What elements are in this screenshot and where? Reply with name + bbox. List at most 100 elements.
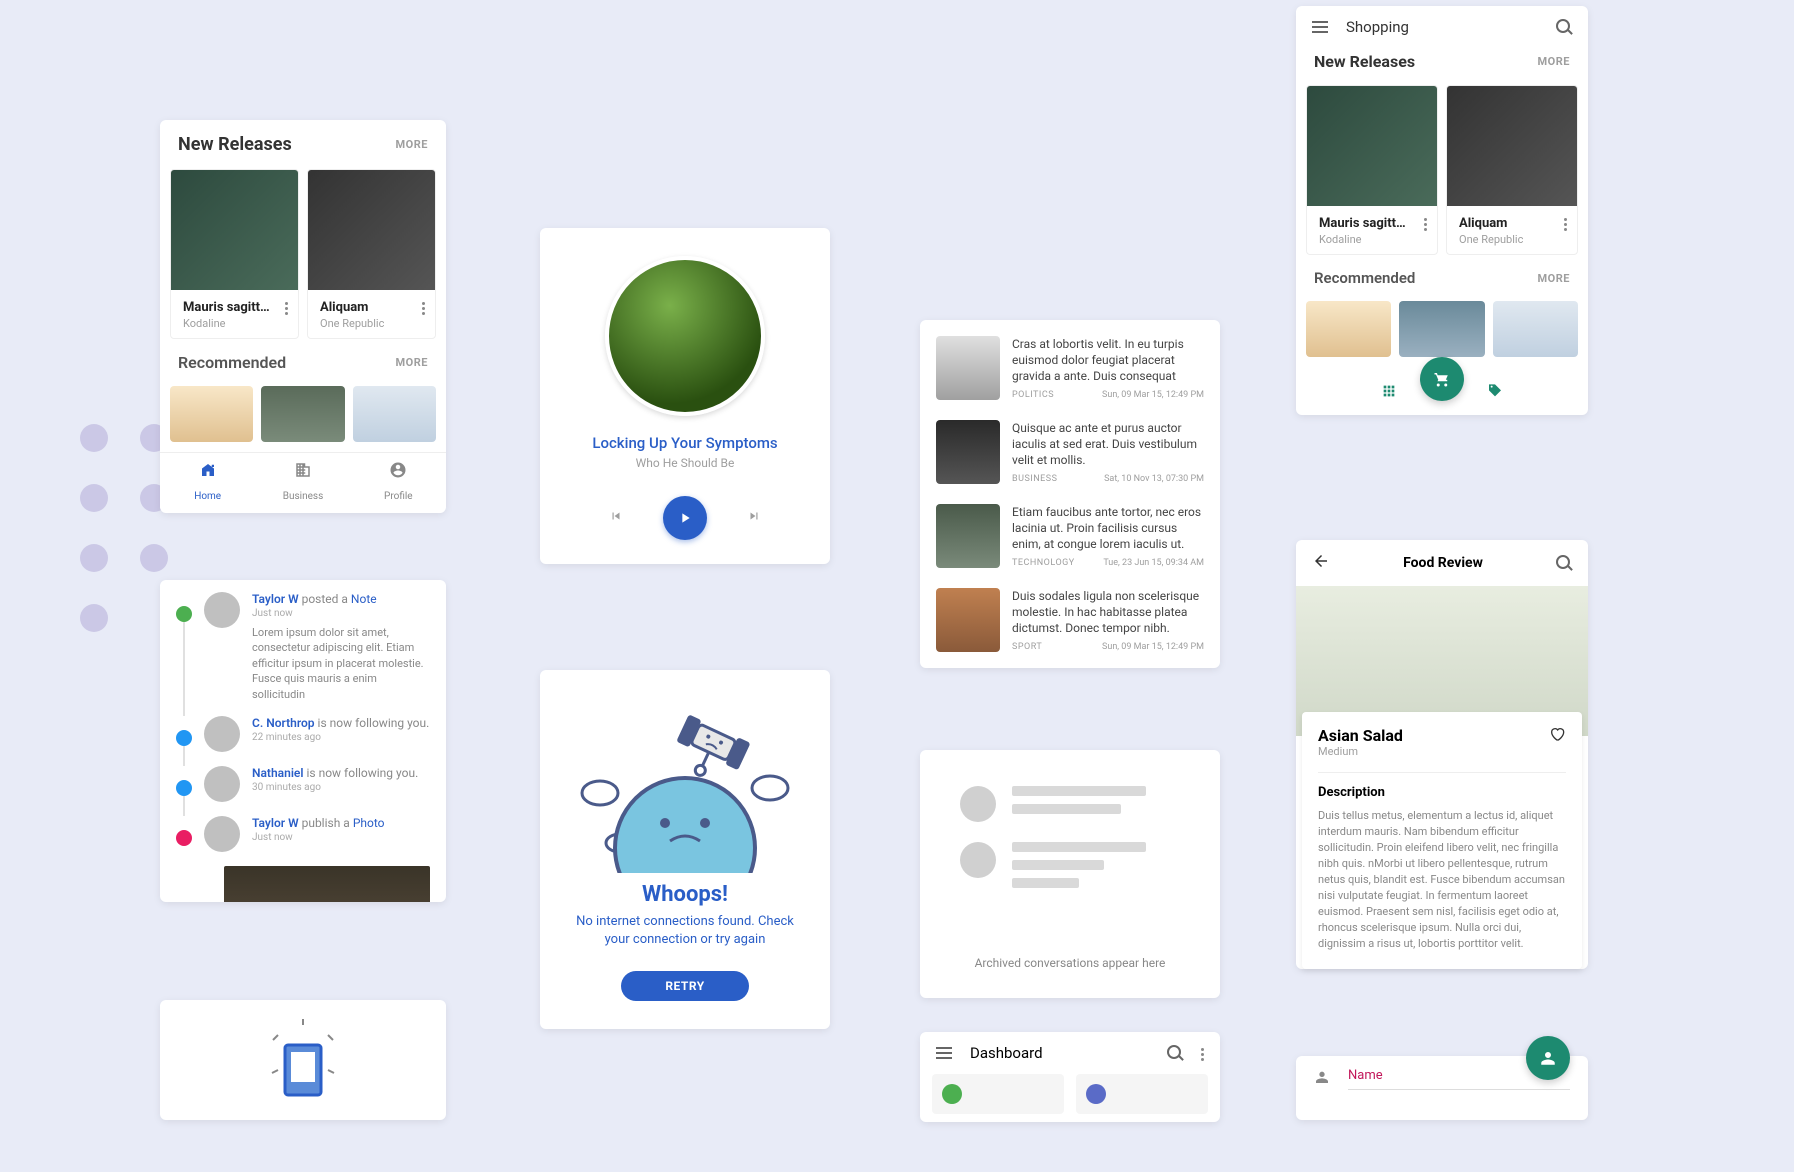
more-icon[interactable] [1424, 216, 1427, 231]
food-subtitle: Medium [1318, 745, 1403, 758]
more-icon[interactable] [422, 300, 425, 315]
rec-thumb[interactable] [261, 386, 344, 442]
releases-more[interactable]: MORE [396, 138, 428, 151]
food-section-title: Description [1318, 785, 1566, 800]
release-tile[interactable]: Aliquam One Republic [307, 169, 436, 339]
bottom-nav-profile[interactable]: Profile [351, 453, 446, 513]
play-button[interactable] [663, 496, 707, 540]
tile-image [1307, 86, 1437, 206]
person-fab[interactable] [1526, 1036, 1570, 1080]
shopping-title: Shopping [1346, 18, 1538, 36]
release-tile[interactable]: Mauris sagittis... Kodaline [170, 169, 299, 339]
skip-prev-icon[interactable] [609, 509, 623, 527]
timeline-item: Nathaniel is now following you. 30 minut… [176, 766, 430, 802]
release-tile[interactable]: Aliquam One Republic [1446, 85, 1578, 255]
feed-item[interactable]: Duis sodales ligula non scelerisque mole… [920, 578, 1220, 662]
timeline-item: Taylor W posted a Note Just now Lorem ip… [176, 592, 430, 702]
release-tile[interactable]: Mauris sagittis... Kodaline [1306, 85, 1438, 255]
home-icon [160, 461, 255, 484]
releases-title: New Releases [178, 134, 292, 155]
feed-time: Sun, 09 Mar 15, 12:49 PM [1102, 390, 1204, 400]
rec-thumb[interactable] [1306, 301, 1391, 357]
food-title: Asian Salad [1318, 726, 1403, 745]
food-review-card: Food Review Asian Salad Medium Descripti… [1296, 540, 1588, 969]
timeline-badge [176, 730, 192, 746]
bottom-nav: Home Business Profile [160, 452, 446, 513]
shopping-card: Shopping New Releases MORE Mauris sagitt… [1296, 6, 1588, 415]
rec-thumb[interactable] [1493, 301, 1578, 357]
bottom-nav-business[interactable]: Business [255, 453, 350, 513]
back-icon[interactable] [1312, 552, 1330, 574]
retry-button[interactable]: RETRY [621, 971, 748, 1001]
grid-icon[interactable] [1381, 383, 1397, 403]
skip-next-icon[interactable] [747, 509, 761, 527]
more-icon[interactable] [285, 300, 288, 315]
timeline-item: C. Northrop is now following you. 22 min… [176, 716, 430, 752]
timeline-time: 22 minutes ago [252, 732, 430, 743]
releases-more[interactable]: MORE [1538, 55, 1570, 68]
avatar[interactable] [204, 592, 240, 628]
person-icon [1314, 1069, 1330, 1089]
bottom-nav-home[interactable]: Home [160, 453, 255, 513]
rec-thumb[interactable] [353, 386, 436, 442]
recommended-title: Recommended [178, 353, 286, 372]
timeline-time: 30 minutes ago [252, 782, 430, 793]
avatar[interactable] [204, 716, 240, 752]
music-card: Locking Up Your Symptoms Who He Should B… [540, 228, 830, 564]
feed-category: TECHNOLOGY [1012, 558, 1075, 568]
rec-thumb[interactable] [170, 386, 253, 442]
skeleton [920, 750, 1220, 936]
album-art[interactable] [605, 256, 765, 416]
more-icon[interactable] [1564, 216, 1567, 231]
feed-item[interactable]: Quisque ac ante et purus auctor iaculis … [920, 410, 1220, 494]
shopping-topbar: Shopping [1296, 6, 1588, 48]
feed-text: Quisque ac ante et purus auctor iaculis … [1012, 420, 1204, 469]
avatar[interactable] [204, 816, 240, 852]
search-icon[interactable] [1167, 1045, 1183, 1061]
food-info-card: Asian Salad Medium Description Duis tell… [1302, 712, 1582, 969]
nav-label: Profile [384, 491, 413, 502]
tile-subtitle: One Republic [320, 317, 384, 330]
profile-icon [351, 461, 446, 484]
name-card: Name [1296, 1056, 1588, 1120]
recommended-more[interactable]: MORE [396, 356, 428, 369]
search-icon[interactable] [1556, 555, 1572, 571]
feed-text: Duis sodales ligula non scelerisque mole… [1012, 588, 1204, 637]
heart-icon[interactable] [1548, 726, 1566, 746]
releases-header: New Releases MORE [160, 120, 446, 169]
menu-icon[interactable] [936, 1044, 952, 1062]
feed-text: Etiam faucibus ante tortor, nec eros lac… [1012, 504, 1204, 553]
recommended-header: Recommended MORE [160, 339, 446, 386]
search-icon[interactable] [1556, 19, 1572, 35]
feed-item[interactable]: Cras at lobortis velit. In eu turpis eui… [920, 326, 1220, 410]
tile-title: Aliquam [320, 300, 384, 315]
menu-icon[interactable] [1312, 18, 1328, 36]
timeline-headline: Taylor W posted a Note [252, 592, 430, 606]
archive-text: Archived conversations appear here [920, 936, 1220, 998]
recommended-row [160, 386, 446, 452]
timeline-headline: C. Northrop is now following you. [252, 716, 430, 730]
dashboard-card: Dashboard [920, 1032, 1220, 1122]
feed-thumb [936, 504, 1000, 568]
recommended-more[interactable]: MORE [1538, 272, 1570, 285]
timeline-headline: Taylor W publish a Photo [252, 816, 430, 830]
overflow-icon[interactable] [1201, 1046, 1204, 1061]
feed-item[interactable]: Etiam faucibus ante tortor, nec eros lac… [920, 494, 1220, 578]
music-controls [540, 496, 830, 540]
timeline-photo[interactable] [224, 866, 430, 902]
tag-icon[interactable] [1487, 383, 1503, 403]
whoops-message: No internet connections found. Check you… [540, 907, 830, 949]
tile-title: Mauris sagittis... [183, 300, 273, 315]
feed-time: Tue, 23 Jun 15, 09:34 AM [1103, 558, 1204, 568]
avatar[interactable] [204, 766, 240, 802]
whoops-title: Whoops! [540, 882, 830, 907]
tile-image [1447, 86, 1577, 206]
tile-title: Aliquam [1459, 216, 1523, 231]
food-header: Food Review [1330, 555, 1556, 571]
tile-subtitle: Kodaline [1319, 233, 1409, 246]
cart-fab[interactable] [1420, 357, 1464, 401]
rec-thumb[interactable] [1399, 301, 1484, 357]
feed-thumb [936, 588, 1000, 652]
business-icon [255, 461, 350, 484]
timeline-time: Just now [252, 608, 430, 619]
